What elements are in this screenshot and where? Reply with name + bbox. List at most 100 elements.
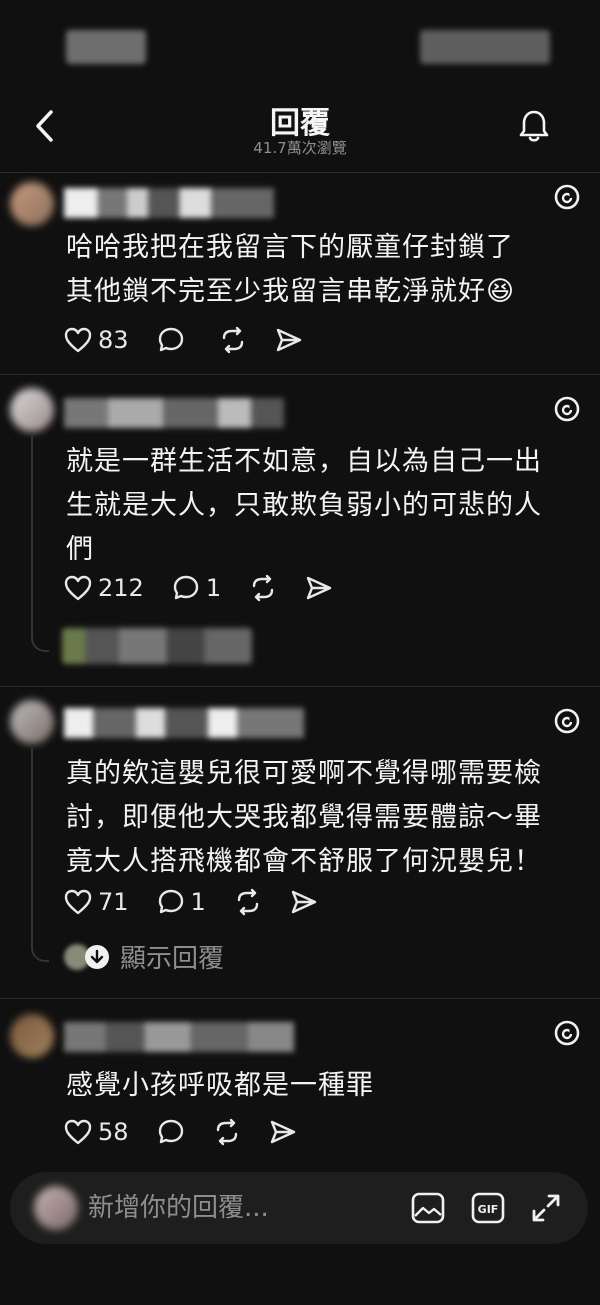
show-replies-button[interactable]: 顯示回覆	[64, 938, 224, 975]
username[interactable]	[64, 708, 304, 738]
comment-text: 真的欸這嬰兒很可愛啊不覺得哪需要檢 討，即便他大哭我都覺得需要體諒～畢 竟大人搭…	[66, 752, 578, 884]
comment-item: 哈哈我把在我留言下的厭童仔封鎖了 其他鎖不完至少我留言串乾淨就好😆 83	[0, 174, 600, 374]
like-count: 58	[98, 1118, 129, 1146]
status-bar-time	[66, 30, 146, 64]
reply-preview-avatars[interactable]	[62, 628, 252, 664]
page-title: 回覆	[270, 106, 330, 141]
threads-logo-icon	[554, 1020, 580, 1046]
heart-icon	[64, 889, 92, 915]
share-button[interactable]	[269, 1119, 297, 1145]
comment-line: 哈哈我把在我留言下的厭童仔封鎖了	[66, 232, 514, 263]
like-button[interactable]: 212	[64, 574, 144, 602]
repost-icon	[252, 574, 274, 602]
action-bar: 83	[64, 320, 331, 360]
comment-icon	[158, 327, 183, 352]
comment-button[interactable]: 1	[157, 888, 206, 916]
action-bar: 71 1	[64, 882, 346, 922]
username[interactable]	[64, 1022, 294, 1052]
action-bar: 212 1	[64, 568, 361, 608]
comment-line: 生就是大人，只敢欺負弱小的可悲的人	[66, 490, 542, 521]
send-icon	[306, 576, 332, 600]
comment-line: 們	[66, 534, 94, 565]
thread-line	[31, 748, 33, 948]
image-icon	[411, 1192, 445, 1224]
avatar[interactable]	[10, 388, 54, 432]
send-icon	[270, 1120, 295, 1144]
comment-text: 就是一群生活不如意，自以為自己一出 生就是大人，只敢欺負弱小的可悲的人 們	[66, 440, 578, 572]
notification-button[interactable]	[512, 104, 556, 148]
repost-icon	[216, 1118, 237, 1146]
header-divider	[0, 172, 600, 173]
comment-divider	[0, 374, 600, 375]
comment-button[interactable]	[157, 326, 191, 354]
share-button[interactable]	[305, 575, 333, 601]
reply-composer: GIF	[10, 1172, 588, 1244]
threads-logo-icon	[554, 184, 580, 210]
gif-icon: GIF	[471, 1192, 505, 1224]
repost-icon	[237, 888, 259, 916]
comment-line: 竟大人搭飛機都會不舒服了何況嬰兒！	[66, 846, 542, 877]
comment-divider	[0, 998, 600, 999]
repost-button[interactable]	[234, 888, 262, 916]
comment-icon	[173, 575, 199, 600]
repost-button[interactable]	[219, 326, 247, 354]
heart-icon	[64, 327, 92, 353]
username[interactable]	[64, 188, 274, 218]
expand-composer-button[interactable]	[526, 1188, 566, 1228]
repost-button[interactable]	[213, 1118, 241, 1146]
thread-line	[31, 436, 33, 636]
comment-text: 感覺小孩呼吸都是一種罪	[66, 1064, 578, 1108]
like-button[interactable]: 83	[64, 326, 129, 354]
comment-line: 感覺小孩呼吸都是一種罪	[66, 1070, 374, 1101]
comment-item: 真的欸這嬰兒很可愛啊不覺得哪需要檢 討，即便他大哭我都覺得需要體諒～畢 竟大人搭…	[0, 688, 600, 998]
share-button[interactable]	[275, 327, 303, 353]
like-count: 83	[98, 326, 129, 354]
avatar[interactable]	[10, 1014, 54, 1058]
view-count: 41.7萬次瀏覽	[253, 139, 347, 157]
send-icon	[291, 890, 317, 914]
status-bar-indicators	[420, 30, 550, 64]
threads-logo-icon	[554, 708, 580, 734]
username[interactable]	[64, 398, 284, 428]
repost-icon	[222, 326, 243, 354]
bell-icon	[519, 110, 549, 142]
reply-input[interactable]	[88, 1188, 388, 1228]
threads-logo-icon	[554, 396, 580, 422]
like-button[interactable]: 58	[64, 1118, 129, 1146]
comment-line: 就是一群生活不如意，自以為自己一出	[66, 446, 542, 477]
add-gif-button[interactable]: GIF	[468, 1188, 508, 1228]
thread-curve	[31, 634, 49, 652]
reply-count: 1	[205, 574, 222, 602]
send-icon	[276, 328, 301, 352]
heart-icon	[64, 575, 92, 601]
comment-item: 就是一群生活不如意，自以為自己一出 生就是大人，只敢欺負弱小的可悲的人 們 21…	[0, 376, 600, 686]
heart-icon	[64, 1119, 92, 1145]
avatar[interactable]	[10, 182, 54, 226]
comment-text: 哈哈我把在我留言下的厭童仔封鎖了 其他鎖不完至少我留言串乾淨就好😆	[66, 226, 578, 314]
expand-icon	[532, 1194, 560, 1222]
comment-button[interactable]	[157, 1118, 185, 1146]
reply-count: 1	[190, 888, 206, 916]
comment-line: 討，即便他大哭我都覺得需要體諒～畢	[66, 802, 542, 833]
comment-item: 感覺小孩呼吸都是一種罪 58	[0, 1000, 600, 1165]
svg-text:GIF: GIF	[478, 1203, 499, 1216]
show-replies-label: 顯示回覆	[120, 944, 225, 974]
reply-avatar-stack	[64, 943, 110, 970]
comment-button[interactable]: 1	[172, 574, 221, 602]
header: 回覆 41.7萬次瀏覽	[0, 90, 600, 170]
status-bar	[0, 0, 600, 90]
repost-button[interactable]	[249, 574, 277, 602]
action-bar: 58	[64, 1112, 325, 1152]
comment-icon	[158, 1119, 183, 1144]
comment-icon	[158, 889, 183, 914]
comment-line: 其他鎖不完至少我留言串乾淨就好😆	[66, 276, 516, 307]
thread-curve	[31, 944, 49, 962]
share-button[interactable]	[290, 889, 318, 915]
comment-divider	[0, 686, 600, 687]
comment-line: 真的欸這嬰兒很可愛啊不覺得哪需要檢	[66, 758, 542, 789]
avatar	[34, 1186, 78, 1230]
add-image-button[interactable]	[408, 1188, 448, 1228]
avatar[interactable]	[10, 700, 54, 744]
like-count: 212	[98, 574, 144, 602]
like-button[interactable]: 71	[64, 888, 129, 916]
